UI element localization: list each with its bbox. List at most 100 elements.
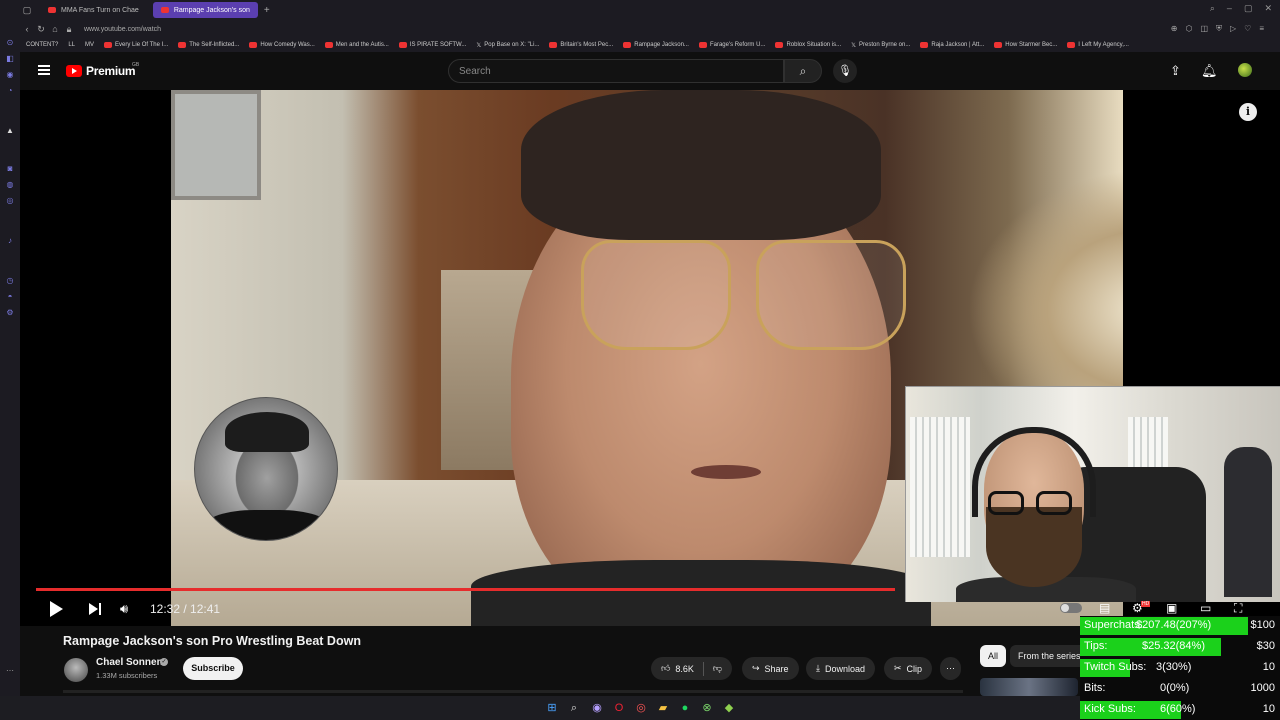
shield-icon[interactable]: ⛨ bbox=[1216, 24, 1222, 34]
chip-all[interactable]: All bbox=[980, 645, 1007, 667]
clip-button[interactable]: ✂ Clip bbox=[884, 657, 933, 680]
channel-name[interactable]: Chael Sonnen bbox=[96, 657, 163, 668]
account-avatar[interactable] bbox=[1238, 63, 1252, 77]
bookmark-item[interactable]: CONTENT? bbox=[26, 42, 58, 48]
bookmark-item[interactable]: 𝕏 Preston Byrne on... bbox=[851, 42, 910, 49]
settings-icon[interactable]: ⚙ bbox=[5, 308, 15, 318]
bookmark-item[interactable]: MV bbox=[85, 42, 94, 48]
windows-start-icon[interactable]: ⊞ bbox=[545, 701, 559, 715]
stat-goal: 10 bbox=[1262, 703, 1275, 715]
file-explorer-icon[interactable]: ▰ bbox=[656, 701, 670, 715]
play-extension-icon[interactable]: ▷ bbox=[1230, 24, 1236, 34]
music-icon[interactable]: ♪ bbox=[5, 236, 15, 246]
upload-icon[interactable]: ⇪ bbox=[1170, 63, 1181, 79]
hamburger-menu-icon[interactable] bbox=[38, 65, 50, 75]
search-button[interactable]: ⌕ bbox=[784, 59, 822, 83]
bookmark-item[interactable]: LL bbox=[68, 42, 75, 48]
download-icon: ⤓ bbox=[816, 663, 820, 673]
opera-icon[interactable]: O bbox=[612, 701, 626, 715]
history-icon[interactable]: ◔ bbox=[5, 86, 15, 96]
time-display: 12:32 / 12:41 bbox=[150, 602, 221, 616]
volume-icon[interactable]: 🔊︎ bbox=[120, 601, 128, 617]
miniplayer-icon[interactable]: ▣ bbox=[1166, 601, 1177, 615]
zoom-icon[interactable]: ⊕ bbox=[1171, 24, 1178, 34]
new-tab-button[interactable]: + bbox=[264, 5, 270, 16]
close-icon[interactable]: ✕ bbox=[1264, 3, 1272, 14]
youtube-logo[interactable]: Premium bbox=[66, 64, 136, 78]
voice-search-button[interactable]: 🎙︎ bbox=[833, 59, 857, 83]
divider bbox=[702, 661, 704, 676]
downloads-icon[interactable]: ◓ bbox=[5, 292, 15, 302]
snapshot-icon[interactable]: ◫ bbox=[1200, 24, 1208, 34]
chip-from-the-series[interactable]: From the series bbox=[1010, 645, 1089, 667]
chat-icon[interactable]: ◙ bbox=[5, 164, 15, 174]
search-icon[interactable]: ⌕ bbox=[567, 701, 581, 715]
more-icon[interactable]: ⋯ bbox=[5, 666, 15, 676]
obs-icon[interactable]: ◎ bbox=[634, 701, 648, 715]
bookmark-item[interactable]: 𝕏 Pop Base on X: "Li... bbox=[476, 42, 539, 49]
download-label: Download bbox=[824, 663, 866, 674]
bookmark-item[interactable]: Rampage Jackson... bbox=[623, 42, 689, 48]
whatsapp-icon[interactable]: ◍ bbox=[5, 180, 15, 190]
home-icon[interactable]: ⌂ bbox=[48, 24, 62, 34]
bookmarks-icon[interactable]: ◧ bbox=[5, 54, 15, 64]
share-button[interactable]: ↪ Share bbox=[742, 657, 799, 680]
bookmark-item[interactable]: I Left My Agency,... bbox=[1067, 42, 1129, 48]
app-icon[interactable]: ◆ bbox=[722, 701, 736, 715]
bookmark-item[interactable]: Men and the Autis... bbox=[324, 42, 389, 48]
progress-bar[interactable] bbox=[36, 588, 895, 591]
extension-icon[interactable]: ⬡ bbox=[1185, 24, 1192, 34]
bookmarks-bar: CONTENT? LL MV Every Lie Of The I... The… bbox=[20, 38, 1280, 52]
bookmark-item[interactable]: Roblox Situation is... bbox=[775, 42, 841, 48]
subtitles-icon[interactable]: ▤ bbox=[1099, 601, 1110, 615]
bookmark-item[interactable]: How Comedy Was... bbox=[249, 42, 315, 48]
autoplay-toggle[interactable] bbox=[1060, 603, 1082, 613]
tab-rampage-jackson[interactable]: Rampage Jackson's son bbox=[152, 2, 258, 18]
copilot-icon[interactable]: ◉ bbox=[590, 701, 604, 715]
search-box bbox=[448, 59, 784, 83]
minimize-icon[interactable]: – bbox=[1227, 3, 1232, 14]
clock-icon[interactable]: ◷ bbox=[5, 276, 15, 286]
dislike-icon[interactable]: 👎︎ bbox=[713, 663, 722, 674]
spotify-icon[interactable]: ● bbox=[678, 701, 692, 715]
heart-icon[interactable]: ♡ bbox=[1244, 24, 1251, 34]
maximize-icon[interactable]: ▢ bbox=[1244, 3, 1253, 14]
subscribe-button[interactable]: Subscribe bbox=[183, 657, 243, 680]
channel-avatar[interactable] bbox=[64, 658, 88, 682]
search-input[interactable] bbox=[449, 60, 749, 82]
bookmark-item[interactable]: Farage's Reform U... bbox=[698, 42, 765, 48]
stat-value: 0(0%) bbox=[1160, 682, 1190, 694]
instagram-icon[interactable]: ◎ bbox=[5, 196, 15, 206]
bookmark-item[interactable]: IS PIRATE SOFTW... bbox=[398, 42, 466, 48]
tab-list-icon[interactable]: ▢ bbox=[20, 5, 34, 16]
youtube-play-logo-icon bbox=[66, 65, 82, 77]
reload-icon[interactable]: ↻ bbox=[34, 24, 48, 35]
webcam-overlay bbox=[905, 386, 1280, 602]
xbox-icon[interactable]: ⊗ bbox=[700, 701, 714, 715]
bookmark-item[interactable]: The Self-Inflicted... bbox=[178, 42, 239, 48]
like-count[interactable]: 8.6K bbox=[675, 664, 694, 674]
theater-mode-icon[interactable]: ▭ bbox=[1200, 601, 1211, 615]
search-tabs-icon[interactable]: ⌕ bbox=[1210, 3, 1215, 14]
bookmark-item[interactable]: How Starmer Bec... bbox=[994, 42, 1057, 48]
bookmark-item[interactable]: Every Lie Of The I... bbox=[104, 42, 168, 48]
more-actions-button[interactable]: ⋯ bbox=[940, 657, 961, 680]
download-button[interactable]: ⤓ Download bbox=[806, 657, 876, 680]
messenger-icon[interactable]: ◉ bbox=[5, 70, 15, 80]
bookmark-item[interactable]: Raja Jackson | Att... bbox=[920, 42, 984, 48]
fullscreen-icon[interactable]: ⛶ bbox=[1234, 601, 1242, 616]
back-icon[interactable]: ‹ bbox=[20, 24, 34, 34]
youtube-header: Premium GB ⌕ 🎙︎ ⇪ 🔔︎ bbox=[20, 52, 1280, 90]
aria-icon[interactable]: ▲ bbox=[5, 126, 15, 136]
speed-dial-icon[interactable]: ⊙ bbox=[5, 38, 15, 48]
play-icon[interactable] bbox=[50, 601, 63, 617]
bookmark-item[interactable]: Britain's Most Pec... bbox=[549, 42, 613, 48]
menu-icon[interactable]: ≡ bbox=[1259, 24, 1264, 34]
next-icon[interactable] bbox=[89, 603, 98, 615]
recommended-thumbnail[interactable] bbox=[980, 678, 1078, 696]
url-field[interactable]: www.youtube.com/watch bbox=[84, 26, 161, 33]
tab-mma-fans[interactable]: MMA Fans Turn on Chae bbox=[40, 2, 147, 18]
bell-icon[interactable]: 🔔︎ bbox=[1201, 63, 1218, 79]
like-icon[interactable]: 👍︎ bbox=[661, 663, 670, 674]
info-icon[interactable]: i bbox=[1239, 103, 1257, 121]
